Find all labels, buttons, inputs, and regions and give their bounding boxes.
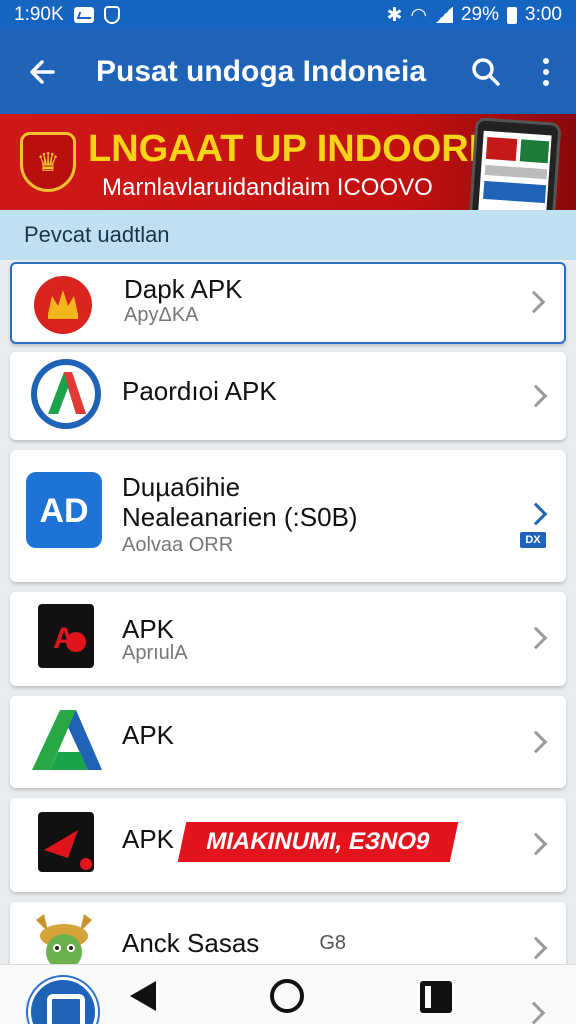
- section-header: Pevcat uadtlan: [0, 210, 576, 260]
- app-tag: G8: [319, 932, 346, 954]
- app-icon-letter-a: [31, 359, 101, 429]
- chevron-right-icon: [524, 626, 548, 650]
- extension-badge: DX: [520, 532, 546, 548]
- bluetooth-icon: ✱: [386, 4, 403, 26]
- app-name: APK: [122, 824, 175, 854]
- status-time-right: 3:00: [525, 4, 562, 25]
- app-name: Anck Sasas: [122, 928, 260, 958]
- search-button[interactable]: [456, 30, 516, 114]
- chevron-right-icon: [524, 730, 548, 754]
- signal-icon: [434, 7, 453, 23]
- back-button[interactable]: [0, 30, 84, 114]
- battery-icon: [507, 6, 518, 24]
- list-item[interactable]: Paordıoi APK: [10, 352, 566, 440]
- nav-recents-icon[interactable]: [420, 981, 452, 1013]
- chevron-right-icon: [522, 290, 546, 314]
- chevron-right-icon: [522, 1001, 546, 1024]
- search-icon: [472, 58, 500, 86]
- chevron-right-icon: [524, 502, 548, 526]
- app-bar: Pusat undoga Indoneia: [0, 30, 576, 114]
- phone-mockup-image: [468, 117, 562, 210]
- chevron-right-icon: [524, 384, 548, 408]
- app-icon-triangle: [32, 710, 102, 770]
- shield-icon: [103, 6, 120, 24]
- app-icon-mascot: [36, 914, 92, 964]
- app-name: APK: [122, 614, 175, 644]
- list-item[interactable]: Dapk APK ApyΔKA: [10, 262, 566, 344]
- nav-home-icon[interactable]: [270, 979, 304, 1013]
- app-icon-neochat: [38, 812, 94, 872]
- list-item[interactable]: AD Duµaбihie Nealeanarien (:S0B) Aolvaa …: [10, 450, 566, 582]
- app-icon-crown: [34, 276, 92, 334]
- chevron-right-icon: [524, 936, 548, 960]
- banner-subtitle: Marnlavlaruidandiaim ICOOVO: [102, 174, 433, 201]
- chevron-right-icon: [524, 832, 548, 856]
- emblem-icon: ♛: [20, 132, 76, 192]
- status-time-left: 1:90K: [14, 4, 64, 25]
- list-item[interactable]: Anck Sasas G8: [10, 902, 566, 964]
- svg-text:AD: AD: [39, 492, 88, 530]
- more-options-button[interactable]: [516, 30, 576, 114]
- app-name: Dapk APK: [124, 274, 243, 304]
- app-icon-peek: [28, 977, 98, 1024]
- app-list: Dapk APK ApyΔKA Paordıoi APK AD Duµaбihi…: [0, 260, 576, 964]
- list-item[interactable]: A APK AprıulA: [10, 592, 566, 686]
- battery-percent: 29%: [460, 4, 500, 25]
- more-dot-icon: [543, 58, 549, 64]
- app-name: APK: [122, 720, 175, 750]
- arrow-left-icon: [30, 60, 55, 84]
- page-title: Pusat undoga Indoneia: [96, 55, 427, 88]
- app-icon-red-apk: A: [38, 604, 94, 668]
- wifi-icon: ◠: [410, 4, 427, 26]
- status-bar: 1:90K ✱ ◠ 29% 3:00: [0, 0, 576, 30]
- list-item[interactable]: APK MIAKINUMI, ЕЗNO9: [10, 798, 566, 892]
- notification-icon: [73, 7, 94, 23]
- app-name-line1: Duµaбihie: [122, 472, 241, 502]
- system-nav-bar: [0, 964, 576, 1024]
- app-subtitle: AprıulA: [122, 642, 188, 664]
- list-item[interactable]: APK: [10, 696, 566, 788]
- promo-label: MIAKINUMI, ЕЗNO9: [177, 822, 459, 862]
- nav-back-icon[interactable]: [130, 981, 156, 1011]
- promo-banner[interactable]: ♛ LNGAAT UP INDOORISIA Marnlavlaruidandi…: [0, 114, 576, 210]
- app-name-line2: Nealeanarien (:S0B): [122, 502, 358, 532]
- app-name: Paordıoi APK: [122, 376, 277, 406]
- more-dot-icon: [543, 80, 549, 86]
- more-dot-icon: [543, 69, 549, 75]
- app-icon-ad: AD: [26, 472, 102, 548]
- app-subtitle: ApyΔKA: [124, 304, 199, 326]
- app-subtitle: Aolvaa ORR: [122, 534, 234, 556]
